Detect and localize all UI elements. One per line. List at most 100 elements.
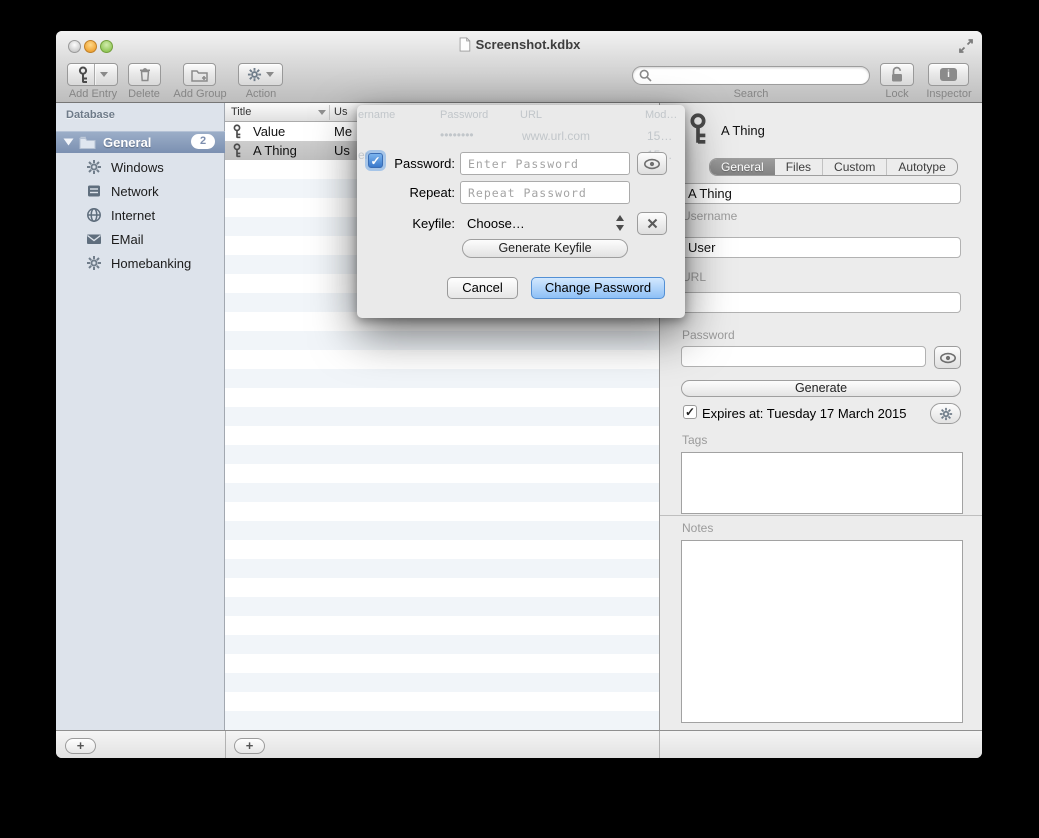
expires-checkbox[interactable]: ✓ — [683, 405, 697, 419]
sidebar-item-network[interactable]: Network — [56, 179, 225, 203]
group-count-badge: 2 — [191, 134, 215, 149]
sidebar-group-general[interactable]: General 2 — [56, 131, 225, 153]
folder-icon — [79, 136, 96, 149]
sidebar-item-label: Windows — [111, 160, 164, 175]
sidebar-item-label: EMail — [111, 232, 144, 247]
title-field[interactable] — [681, 183, 961, 204]
action-label: Action — [236, 88, 286, 100]
window-title: Screenshot.kdbx — [56, 37, 982, 53]
key-icon — [232, 124, 242, 139]
inspector-entry-title: A Thing — [721, 123, 765, 138]
faded-row-modified: 15… — [647, 129, 672, 143]
envelope-icon — [86, 231, 102, 247]
entry-title-cell: A Thing — [253, 143, 297, 158]
bottom-bar: + + — [56, 730, 982, 758]
tags-input[interactable] — [681, 452, 963, 514]
lock-label: Lock — [872, 88, 922, 100]
tab-autotype[interactable]: Autotype — [886, 159, 956, 175]
column-header-username[interactable]: Us — [334, 106, 347, 118]
expires-settings-button[interactable] — [930, 403, 961, 424]
username-field[interactable] — [681, 237, 961, 258]
dialog-password-input[interactable] — [460, 152, 630, 175]
inspector-tab-bar: General Files Custom Autotype — [709, 158, 958, 176]
chevron-down-icon — [266, 72, 274, 77]
lock-button[interactable] — [880, 63, 914, 86]
search-input[interactable] — [632, 66, 870, 85]
trash-icon — [138, 67, 152, 82]
sidebar-item-windows[interactable]: Windows — [56, 155, 225, 179]
screenshot-background: Screenshot.kdbx Add Entry — [0, 0, 1039, 838]
folder-plus-icon — [191, 68, 208, 82]
add-entry-plus-button[interactable]: + — [234, 738, 265, 754]
section-divider — [660, 515, 982, 516]
delete-button[interactable] — [128, 63, 161, 86]
url-field[interactable] — [681, 292, 961, 313]
password-field[interactable] — [681, 346, 926, 367]
lock-open-icon — [889, 66, 905, 83]
sidebar-item-internet[interactable]: Internet — [56, 203, 225, 227]
show-password-button[interactable] — [637, 152, 667, 175]
change-password-dialog: ername Password URL Mod… •••••••• www.ur… — [357, 105, 685, 318]
add-group-button[interactable] — [183, 63, 216, 86]
chevron-down-icon — [100, 72, 108, 77]
sidebar-item-label: Internet — [111, 208, 155, 223]
dialog-repeat-input[interactable] — [460, 181, 630, 204]
globe-icon — [86, 207, 102, 223]
inspector-button[interactable]: i — [928, 63, 969, 86]
sidebar-section-header: Database — [66, 109, 115, 121]
entry-username-cell: Us — [334, 143, 350, 158]
tab-files[interactable]: Files — [775, 159, 822, 175]
password-label: Password — [682, 328, 735, 342]
key-icon — [232, 143, 242, 158]
document-icon — [458, 37, 471, 52]
sidebar-item-label: Homebanking — [111, 256, 191, 271]
faded-header-modified: Mod… — [645, 109, 677, 121]
tags-label: Tags — [682, 433, 707, 447]
search-label: Search — [716, 88, 786, 100]
column-separator[interactable] — [329, 105, 330, 120]
faded-header-url: URL — [520, 109, 542, 121]
divider — [225, 731, 226, 758]
column-header-title[interactable]: Title — [231, 106, 251, 118]
button-separator — [94, 64, 95, 85]
gear-icon — [86, 159, 102, 175]
cancel-button[interactable]: Cancel — [447, 277, 518, 299]
info-icon: i — [940, 68, 957, 81]
entry-username-cell: Me — [334, 124, 352, 139]
fullscreen-icon[interactable] — [958, 38, 974, 54]
gear-icon — [247, 67, 262, 82]
tab-general[interactable]: General — [710, 159, 775, 175]
keyfile-popup[interactable]: Choose… — [467, 216, 525, 231]
generate-keyfile-button[interactable]: Generate Keyfile — [462, 239, 628, 258]
sidebar-item-homebanking[interactable]: Homebanking — [56, 251, 225, 275]
delete-label: Delete — [119, 88, 169, 100]
sidebar-item-label: Network — [111, 184, 159, 199]
notes-input[interactable] — [681, 540, 963, 723]
username-label: Username — [682, 209, 737, 223]
search-icon — [639, 69, 652, 82]
add-group-plus-button[interactable]: + — [65, 738, 96, 754]
dialog-repeat-label: Repeat: — [367, 185, 455, 200]
add-entry-label: Add Entry — [64, 88, 122, 100]
action-button[interactable] — [238, 63, 283, 86]
disclosure-triangle-icon[interactable] — [64, 139, 74, 146]
inspector-panel: A Thing General Files Custom Autotype Us… — [659, 103, 982, 730]
show-password-button[interactable] — [934, 346, 961, 369]
faded-header-password: Password — [440, 109, 488, 121]
url-label: URL — [682, 270, 706, 284]
notes-label: Notes — [682, 521, 713, 535]
clear-keyfile-button[interactable] — [637, 212, 667, 235]
window-chrome: Screenshot.kdbx Add Entry — [56, 31, 982, 103]
dialog-password-label: Password: — [367, 156, 455, 171]
add-group-label: Add Group — [168, 88, 232, 100]
sidebar-item-email[interactable]: EMail — [56, 227, 225, 251]
sort-descending-icon — [318, 110, 326, 115]
stepper-icon[interactable] — [615, 214, 626, 232]
tab-custom[interactable]: Custom — [822, 159, 886, 175]
gear-icon — [86, 255, 102, 271]
change-password-button[interactable]: Change Password — [531, 277, 665, 299]
add-entry-button[interactable] — [67, 63, 118, 86]
inspector-label: Inspector — [918, 88, 980, 100]
generate-password-button[interactable]: Generate — [681, 380, 961, 397]
server-icon — [86, 183, 102, 199]
